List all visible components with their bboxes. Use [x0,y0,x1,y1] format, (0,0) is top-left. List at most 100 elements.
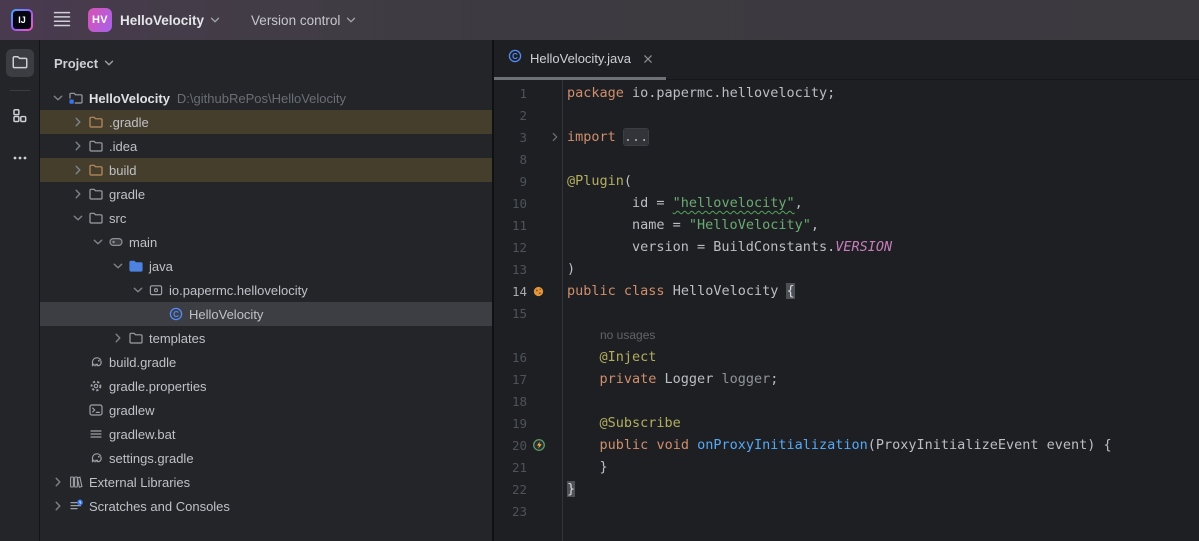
code-editor[interactable]: 1package io.papermc.hellovelocity; 2 3impo… [494,80,1199,541]
code-line-15[interactable]: 15 [494,302,1199,324]
gutter: 19 [494,412,562,434]
tree-item-gradlew-bat[interactable]: gradlew.bat [40,422,492,446]
tree-item-settings-gradle[interactable]: settings.gradle [40,446,492,470]
token: "HelloVelocity" [689,217,811,233]
chevron-right-icon[interactable] [110,330,126,346]
tree-item-scratches-and-consoles[interactable]: Scratches and Consoles [40,494,492,518]
code-line-1[interactable]: 1package io.papermc.hellovelocity; [494,82,1199,104]
project-panel: Project HelloVelocityD:\githubRePos\Hell… [40,40,494,541]
svg-text:C: C [512,52,518,61]
editor-area: C HelloVelocity.java 1package io.papermc… [494,40,1199,541]
tree-item-main[interactable]: main [40,230,492,254]
code-line-11[interactable]: 11 name = "HelloVelocity", [494,214,1199,236]
tree-item-src[interactable]: src [40,206,492,230]
code-line-17[interactable]: 17 private Logger logger; [494,368,1199,390]
code-line-16[interactable]: 16 @Inject [494,346,1199,368]
tree-item-external-libraries[interactable]: External Libraries [40,470,492,494]
tree-item-label: src [109,211,126,226]
structure-toolwindow-button[interactable] [6,103,34,131]
code-line-3[interactable]: 3import ... [494,126,1199,148]
gutter: 23 [494,500,562,522]
main-toolbar: IJ HV HelloVelocity Version control [0,0,1199,40]
tree-item-hellovelocity[interactable]: CHelloVelocity [40,302,492,326]
line-number: 9 [494,174,527,189]
code-text: id = "hellovelocity", [562,195,803,211]
chevron-spacer [70,378,86,394]
tree-item-path: D:\githubRePos\HelloVelocity [177,91,346,106]
chevron-down-icon[interactable] [50,90,66,106]
code-line-14[interactable]: 14public class HelloVelocity { [494,280,1199,302]
code-line-8[interactable]: 8 [494,148,1199,170]
code-line-21[interactable]: 21 } [494,456,1199,478]
chevron-right-icon[interactable] [50,498,66,514]
tree-item-label: gradlew.bat [109,427,176,442]
chevron-down-icon[interactable] [110,258,126,274]
code-line-22[interactable]: 22} [494,478,1199,500]
line-number: 21 [494,460,527,475]
inlay-hint-row[interactable]: no usages [494,324,1199,346]
code-line-2[interactable]: 2 [494,104,1199,126]
package-icon [148,282,164,298]
tree-item-gradle-properties[interactable]: gradle.properties [40,374,492,398]
project-folder-icon [68,90,84,106]
code-line-13[interactable]: 13) [494,258,1199,280]
chevron-down-icon[interactable] [130,282,146,298]
project-toolwindow-button[interactable] [6,49,34,77]
tree-item-templates[interactable]: templates [40,326,492,350]
token: @Subscribe [600,415,681,431]
line-number: 2 [494,108,527,123]
line-number: 19 [494,416,527,431]
code-line-10[interactable]: 10 id = "hellovelocity", [494,192,1199,214]
token: { [786,283,794,299]
editor-tab[interactable]: C HelloVelocity.java [494,40,666,80]
tree-item-idea[interactable]: .idea [40,134,492,158]
chevron-right-icon[interactable] [70,114,86,130]
token: onProxyInitialization [697,437,868,453]
tree-item-java[interactable]: java [40,254,492,278]
main-menu-button[interactable] [50,8,74,32]
project-view-selector[interactable]: Project [40,40,492,86]
tree-item-gradle[interactable]: gradle [40,182,492,206]
gutter: 2 [494,104,562,126]
chevron-down-icon[interactable] [70,210,86,226]
token: name = [567,217,689,233]
close-icon[interactable] [640,51,656,67]
chevron-down-icon [343,12,359,28]
code-line-9[interactable]: 9@Plugin( [494,170,1199,192]
tree-item-gradle[interactable]: .gradle [40,110,492,134]
editor-tabbar: C HelloVelocity.java [494,40,1199,80]
code-line-18[interactable]: 18 [494,390,1199,412]
token: VERSION [835,239,892,255]
plugin-gutter-icon[interactable] [529,285,548,298]
chevron-right-icon[interactable] [70,162,86,178]
code-text: no usages [562,327,655,343]
token [567,349,600,365]
gutter [494,324,562,346]
code-line-19[interactable]: 19 @Subscribe [494,412,1199,434]
code-lines: 1package io.papermc.hellovelocity; 2 3impo… [494,82,1199,522]
fold-chevron-icon[interactable] [548,131,562,143]
line-number: 10 [494,196,527,211]
tree-item-label: HelloVelocity [189,307,263,322]
code-line-12[interactable]: 12 version = BuildConstants.VERSION [494,236,1199,258]
tree-item-hellovelocity[interactable]: HelloVelocityD:\githubRePos\HelloVelocit… [40,86,492,110]
code-text: public class HelloVelocity { [562,283,795,299]
tree-item-io-papermc-hellovelocity[interactable]: io.papermc.hellovelocity [40,278,492,302]
code-line-23[interactable]: 23 [494,500,1199,522]
code-text: } [562,459,608,475]
tree-item-gradlew[interactable]: gradlew [40,398,492,422]
project-widget[interactable]: HV HelloVelocity [82,4,229,36]
tree-item-build-gradle[interactable]: build.gradle [40,350,492,374]
chevron-down-icon[interactable] [90,234,106,250]
chevron-right-icon[interactable] [70,186,86,202]
tree-item-build[interactable]: build [40,158,492,182]
chevron-right-icon[interactable] [50,474,66,490]
code-line-20[interactable]: 20 public void onProxyInitialization(Pro… [494,434,1199,456]
token: , [811,217,819,233]
event-gutter-icon[interactable] [529,438,548,452]
folder-excluded-icon [88,114,104,130]
more-toolwindows-button[interactable] [6,145,34,173]
vcs-widget[interactable]: Version control [245,8,365,32]
chevron-right-icon[interactable] [70,138,86,154]
line-number: 8 [494,152,527,167]
